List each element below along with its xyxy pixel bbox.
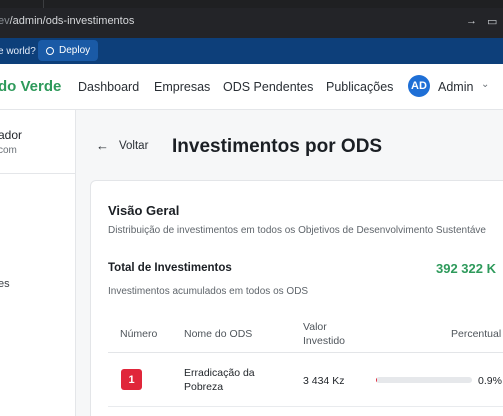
sidebar-divider: [0, 173, 76, 174]
total-investments-value: 392 322 K: [436, 261, 496, 276]
back-button[interactable]: ← Voltar: [96, 138, 148, 153]
column-header-valor-line1: Valor: [303, 321, 327, 333]
bookmark-item[interactable]: e world?: [0, 46, 36, 57]
table-header-divider: [108, 352, 503, 353]
deploy-label: Deploy: [59, 45, 91, 56]
percent-progress-bar: [376, 377, 472, 383]
column-header-valor-line2: Investido: [303, 335, 346, 347]
sidebar-user-name: ador: [0, 128, 23, 142]
brand-logo-text[interactable]: do Verde: [0, 78, 61, 95]
page-title: Investimentos por ODS: [172, 136, 383, 157]
nav-link-ods-pendentes[interactable]: ODS Pendentes: [223, 80, 313, 94]
column-header-valor[interactable]: Valor Investido: [303, 320, 345, 348]
ods-invested-value: 3 434 Kz: [303, 375, 345, 387]
overview-title: Visão Geral: [108, 203, 180, 218]
ods-percent-label: 0.9%: [478, 375, 502, 387]
sidebar-user-email: com: [0, 145, 17, 156]
chevron-down-icon[interactable]: ⌄: [481, 79, 489, 90]
ods-name-line2: Pobreza: [184, 381, 224, 393]
table-row-divider: [108, 406, 503, 407]
deploy-button[interactable]: Deploy: [38, 40, 99, 61]
window-icon[interactable]: ▭: [487, 15, 497, 28]
ods-name-line1: Erradicação da: [184, 367, 255, 379]
ods-name[interactable]: Erradicação da Pobreza: [184, 366, 255, 394]
overview-description: Distribuição de investimentos em todos o…: [108, 225, 486, 236]
column-header-nome[interactable]: Nome do ODS: [184, 327, 252, 341]
nav-link-dashboard[interactable]: Dashboard: [78, 80, 139, 94]
nav-link-publicacoes[interactable]: Publicações: [326, 80, 393, 94]
ods-number-badge: 1: [121, 369, 142, 390]
avatar[interactable]: AD: [408, 75, 430, 97]
arrow-left-icon: ←: [96, 138, 109, 153]
column-header-percentual[interactable]: Percentual: [451, 327, 501, 341]
total-investments-label: Total de Investimentos: [108, 262, 232, 274]
sidebar-item[interactable]: es: [0, 278, 10, 290]
column-header-numero[interactable]: Número: [120, 327, 157, 341]
go-arrow-icon[interactable]: →: [466, 15, 477, 27]
address-url[interactable]: ev/admin/ods-investimentos: [0, 15, 134, 27]
browser-tab-strip: [0, 0, 503, 8]
total-investments-description: Investimentos acumulados em todos os ODS: [108, 286, 309, 297]
percent-progress-fill: [376, 377, 377, 383]
user-menu-label[interactable]: Admin: [438, 80, 473, 94]
deploy-icon: [46, 46, 54, 55]
back-label: Voltar: [119, 139, 149, 152]
nav-link-empresas[interactable]: Empresas: [154, 80, 210, 94]
